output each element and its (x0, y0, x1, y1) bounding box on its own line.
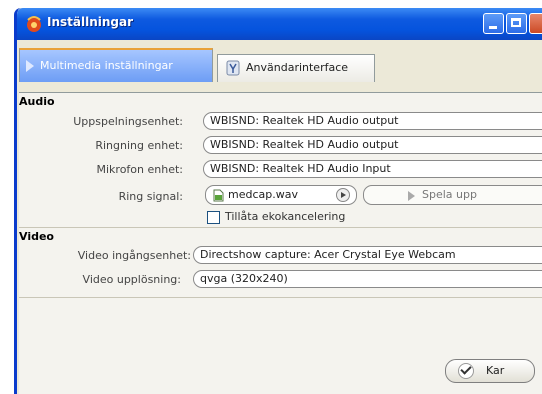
maximize-button[interactable] (506, 13, 527, 34)
section-divider (19, 227, 542, 228)
audio-section-title: Audio (19, 95, 55, 108)
section-divider (19, 297, 542, 298)
tab-arrow-icon (26, 60, 34, 72)
play-button[interactable]: Spela upp (363, 185, 542, 205)
playback-device-select[interactable]: WBISND: Realtek HD Audio output (203, 112, 542, 130)
wav-file-icon (213, 189, 224, 202)
ring-signal-file-field[interactable]: medcap.wav (205, 185, 357, 205)
settings-window: Inställningar Multimedia inställningar A… (14, 8, 542, 394)
video-input-label: Video ingångsenhet: (77, 249, 191, 262)
minimize-button[interactable] (483, 13, 504, 34)
tab-strip: Multimedia inställningar Användarinterfa… (17, 40, 542, 92)
mic-device-label: Mikrofon enhet: (96, 163, 184, 176)
ring-device-value: WBISND: Realtek HD Audio output (210, 138, 399, 151)
settings-panel: Audio Uppspelningsenhet: WBISND: Realtek… (19, 92, 542, 394)
video-resolution-select[interactable]: qvga (320x240) (193, 270, 542, 288)
mic-device-select[interactable]: WBISND: Realtek HD Audio Input (203, 160, 542, 178)
tab-label: Användarinterface (246, 61, 349, 74)
window-title: Inställningar (47, 15, 134, 29)
video-input-select[interactable]: Directshow capture: Acer Crystal Eye Web… (193, 246, 542, 264)
ok-button[interactable]: Kar (445, 359, 535, 383)
close-button[interactable] (529, 13, 542, 34)
browse-file-button[interactable] (336, 188, 350, 202)
video-resolution-value: qvga (320x240) (200, 272, 288, 285)
tab-multimedia-settings[interactable]: Multimedia inställningar (19, 48, 213, 82)
ok-button-label: Kar (486, 364, 505, 377)
ring-signal-label: Ring signal: (118, 190, 183, 203)
ring-device-label: Ringning enhet: (95, 139, 183, 152)
tab-user-interface[interactable]: Användarinterface (217, 54, 375, 82)
play-button-label: Spela upp (422, 188, 477, 201)
playback-device-value: WBISND: Realtek HD Audio output (210, 114, 399, 127)
video-resolution-label: Video upplösning: (82, 273, 181, 286)
app-icon (27, 16, 41, 32)
mic-device-value: WBISND: Realtek HD Audio Input (210, 162, 391, 175)
echo-cancel-label: Tillåta ekokancelering (225, 210, 346, 223)
title-bar[interactable]: Inställningar (17, 8, 542, 40)
interface-icon (226, 60, 240, 76)
echo-cancel-checkbox[interactable] (207, 211, 220, 224)
tab-label: Multimedia inställningar (40, 59, 173, 72)
play-icon (408, 191, 415, 201)
video-section-title: Video (19, 230, 54, 243)
ring-signal-file-name: medcap.wav (228, 188, 298, 201)
ring-device-select[interactable]: WBISND: Realtek HD Audio output (203, 136, 542, 154)
playback-device-label: Uppspelningsenhet: (73, 115, 183, 128)
video-input-value: Directshow capture: Acer Crystal Eye Web… (200, 248, 456, 261)
